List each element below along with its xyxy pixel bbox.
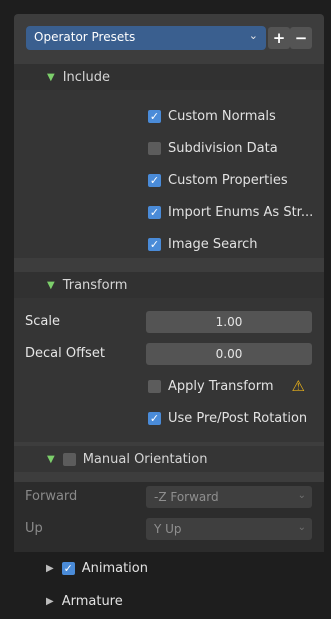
expanded-arrow-icon: ▼ [47, 453, 55, 465]
manual-orientation-title: Manual Orientation [82, 451, 208, 467]
operator-presets-select[interactable]: Operator Presets ⌄ [26, 26, 266, 50]
up-label: Up [25, 521, 43, 536]
include-title: Include [62, 69, 111, 85]
expanded-arrow-icon: ▼ [47, 279, 55, 291]
include-section-header[interactable]: ▼ Include [14, 64, 324, 90]
pre-post-rotation-label: Use Pre/Post Rotation [168, 410, 308, 426]
subdivision-data-label: Subdivision Data [168, 140, 278, 156]
checkbox-checked-icon [148, 411, 161, 425]
custom-properties-checkbox[interactable]: Custom Properties [148, 170, 288, 190]
up-value: Y Up [154, 522, 182, 536]
import-enums-label: Import Enums As Str... [168, 204, 314, 220]
chevron-down-icon: ⌄ [248, 29, 258, 42]
image-search-label: Image Search [168, 236, 258, 252]
plus-icon: + [272, 29, 286, 47]
apply-transform-checkbox[interactable]: Apply Transform ⚠ [148, 376, 305, 396]
forward-value: -Z Forward [154, 490, 219, 504]
pre-post-rotation-checkbox[interactable]: Use Pre/Post Rotation [148, 408, 307, 428]
forward-select[interactable]: -Z Forward ⌄ [146, 486, 312, 508]
collapsed-arrow-icon: ▶ [46, 595, 54, 607]
add-preset-button[interactable]: + [268, 27, 290, 49]
scale-field[interactable]: 1.00 [146, 311, 312, 333]
subdivision-data-checkbox[interactable]: Subdivision Data [148, 138, 278, 158]
remove-preset-button[interactable]: − [290, 27, 312, 49]
import-enums-checkbox[interactable]: Import Enums As Str... [148, 202, 313, 222]
decal-offset-field[interactable]: 0.00 [146, 343, 312, 365]
custom-normals-label: Custom Normals [168, 108, 276, 124]
manual-orientation-header[interactable]: ▼ Manual Orientation [14, 446, 324, 472]
armature-title: Armature [61, 593, 123, 609]
animation-section-header[interactable]: ▶ Animation [46, 558, 148, 578]
transform-title: Transform [62, 277, 128, 293]
up-select[interactable]: Y Up ⌄ [146, 518, 312, 540]
armature-section-header[interactable]: ▶ Armature [46, 591, 123, 611]
apply-transform-label: Apply Transform [168, 378, 274, 394]
fbx-import-panel: Operator Presets ⌄ + − ▼ Include Custom … [0, 0, 331, 619]
animation-checkbox[interactable] [61, 561, 75, 575]
minus-icon: − [294, 29, 308, 47]
animation-title: Animation [81, 560, 148, 576]
forward-label: Forward [25, 489, 78, 504]
image-search-checkbox[interactable]: Image Search [148, 234, 258, 254]
operator-presets-bar: Operator Presets ⌄ + − [26, 26, 312, 50]
checkbox-checked-icon [148, 109, 161, 123]
collapsed-arrow-icon: ▶ [46, 562, 54, 574]
transform-section-header[interactable]: ▼ Transform [14, 272, 324, 298]
scale-label: Scale [25, 314, 60, 329]
warning-icon: ⚠ [291, 377, 305, 395]
expanded-arrow-icon: ▼ [47, 71, 55, 83]
checkbox-checked-icon [148, 173, 161, 187]
checkbox-unchecked-icon [148, 141, 161, 155]
custom-normals-checkbox[interactable]: Custom Normals [148, 106, 276, 126]
chevron-down-icon: ⌄ [297, 490, 306, 501]
checkbox-checked-icon [148, 205, 161, 219]
checkbox-checked-icon [148, 237, 161, 251]
operator-presets-label: Operator Presets [34, 30, 136, 44]
manual-orientation-checkbox[interactable] [62, 452, 76, 466]
decal-offset-label: Decal Offset [25, 346, 105, 361]
custom-properties-label: Custom Properties [168, 172, 288, 188]
checkbox-unchecked-icon [148, 379, 161, 393]
chevron-down-icon: ⌄ [297, 522, 306, 533]
